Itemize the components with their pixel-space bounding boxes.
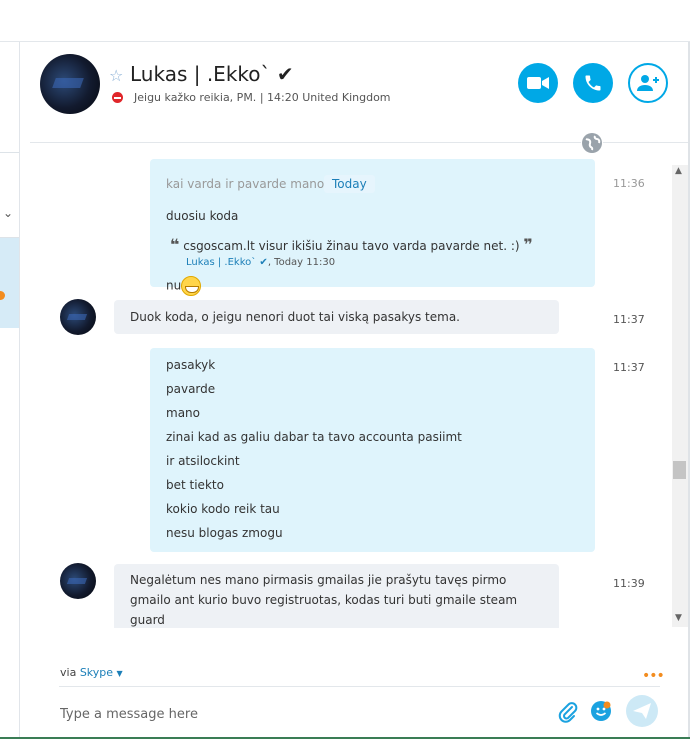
conversation-list-strip[interactable]: ⌄ [0, 42, 20, 739]
scroll-down-arrow-icon[interactable]: ▼ [675, 613, 682, 623]
sender-avatar[interactable] [60, 563, 96, 599]
message-line: kokio kodo reik tau [166, 502, 280, 516]
separator: | [259, 91, 264, 104]
emoji-icon[interactable] [591, 701, 611, 721]
quote-attribution: Lukas | .Ekko` ✔, Today 11:30 [186, 257, 335, 268]
attach-icon[interactable] [558, 701, 578, 727]
message-input[interactable] [58, 700, 542, 728]
message-line: bet tiekto [166, 478, 224, 492]
quote-open-icon: ❝ [170, 235, 180, 254]
message-line: nu [166, 276, 202, 296]
send-icon [633, 703, 651, 719]
local-time: 14:20 United Kingdom [267, 91, 391, 104]
quote-block: ❝ csgoscam.lt visur ikišiu žinau tavo va… [170, 235, 533, 254]
window-top-border [0, 41, 690, 42]
quote-author: Lukas | .Ekko` ✔ [186, 257, 268, 268]
contact-name-row: Lukas | .Ekko` ✔ [130, 62, 294, 86]
chevron-down-icon[interactable]: ▼ [117, 669, 123, 678]
video-camera-icon [527, 77, 549, 89]
message-time: 11:37 [613, 361, 645, 374]
mood-message: Jeigu kažko reikia, PM. [134, 91, 257, 104]
chevron-down-icon[interactable]: ⌄ [3, 206, 13, 220]
message-line: duosiu koda [166, 209, 239, 223]
message-line: mano [166, 406, 200, 420]
dnd-status-icon [112, 92, 123, 103]
add-people-button[interactable] [628, 63, 668, 103]
audio-call-button[interactable] [573, 63, 613, 103]
message-line: Negalėtum nes mano pirmasis gmailas jie … [130, 573, 507, 587]
contact-avatar[interactable] [40, 54, 100, 114]
quote-time: , Today 11:30 [267, 257, 336, 268]
quote-close-icon: ❞ [523, 235, 533, 254]
grinning-emoticon-icon [181, 276, 202, 296]
message-body: Negalėtum nes mano pirmasis gmailas jie … [130, 570, 517, 628]
add-contact-icon [637, 75, 659, 91]
composer-divider [59, 686, 660, 687]
verified-icon: ✔ [276, 62, 294, 86]
message-line: pasakyk [166, 358, 216, 372]
message-time: 11:39 [613, 577, 645, 590]
via-selector[interactable]: via Skype ▼ [60, 666, 123, 679]
sender-avatar[interactable] [60, 299, 96, 335]
date-separator: Today [324, 175, 375, 193]
via-service[interactable]: Skype [80, 666, 113, 679]
more-icon[interactable]: ••• [642, 668, 665, 684]
send-button[interactable] [626, 695, 658, 727]
message-line: Duok koda, o jeigu nenori duot tai viską… [130, 310, 460, 324]
message-line: guard [130, 613, 165, 627]
message-line: zinai kad as galiu dabar ta tavo account… [166, 430, 462, 444]
message-line: kai varda ir pavarde mano [166, 177, 325, 191]
message-body: pasakyk pavarde mano zinai kad as galiu … [166, 353, 462, 545]
message-line: nesu blogas zmogu [166, 526, 283, 540]
conversation-history[interactable]: kai varda ir pavarde mano duosiu koda ❝ … [30, 143, 670, 628]
message-time: 11:36 [613, 177, 645, 190]
message-text: nu [166, 278, 182, 293]
star-icon[interactable]: ☆ [109, 66, 123, 85]
divider [0, 152, 19, 153]
phone-icon [585, 75, 601, 91]
message-line: gmailo ant kurio buvo registruotas, koda… [130, 593, 518, 607]
outgoing-message[interactable]: pasakyk pavarde mano zinai kad as galiu … [150, 348, 595, 552]
via-label: via [60, 666, 77, 679]
incoming-message[interactable]: Duok koda, o jeigu nenori duot tai viską… [114, 300, 559, 334]
incoming-message[interactable]: Negalėtum nes mano pirmasis gmailas jie … [114, 564, 559, 628]
message-line: ir atsilockint [166, 454, 240, 468]
message-time: 11:37 [613, 313, 645, 326]
scroll-up-arrow-icon[interactable]: ▲ [675, 166, 682, 176]
scrollbar-thumb[interactable] [673, 461, 686, 479]
contact-status-line: Jeigu kažko reikia, PM. | 14:20 United K… [134, 91, 391, 104]
video-call-button[interactable] [518, 63, 558, 103]
chat-scrollbar[interactable] [672, 165, 688, 627]
selected-conversation-item[interactable] [0, 238, 19, 328]
quoted-text: csgoscam.lt visur ikišiu žinau tavo vard… [183, 239, 520, 253]
message-line: pavarde [166, 382, 216, 396]
contact-name: Lukas | .Ekko` [130, 62, 271, 86]
